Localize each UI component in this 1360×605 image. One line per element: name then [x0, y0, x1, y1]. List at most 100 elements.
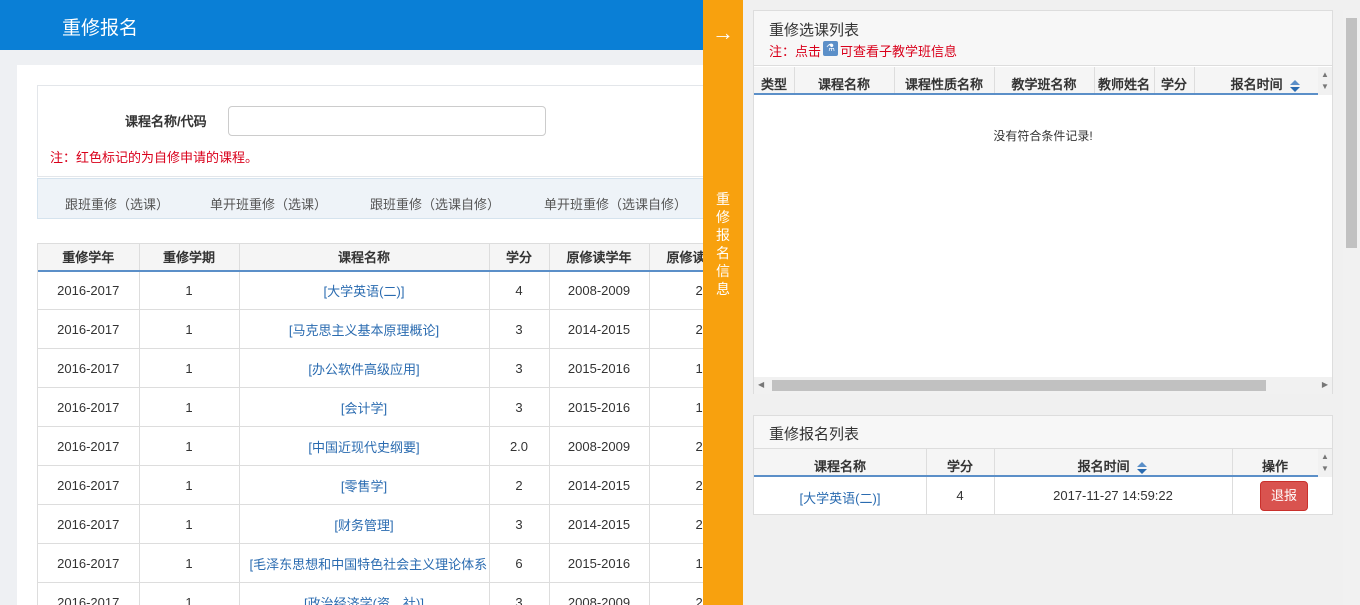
sort-icon[interactable]: [1136, 461, 1148, 475]
col-course-name[interactable]: 课程名称: [754, 456, 926, 475]
arrow-right-icon[interactable]: →: [703, 20, 743, 46]
col-credit[interactable]: 学分: [926, 456, 994, 475]
col-signup-time[interactable]: 报名时间: [994, 456, 1232, 475]
table-row: [大学英语(二)] 4 2017-11-27 14:59:22 退报: [754, 477, 1332, 515]
scroll-left-icon[interactable]: ◀: [758, 381, 764, 389]
cell-year: 2016-2017: [38, 348, 140, 388]
tab-follow-class[interactable]: 跟班重修（选课）: [65, 194, 169, 213]
scrollbar-thumb-horizontal[interactable]: [772, 380, 1266, 391]
col-original-term[interactable]: 原修读: [649, 243, 703, 272]
cell-original-year: 2014-2015: [549, 309, 650, 349]
scroll-down-icon[interactable]: ▼: [1321, 465, 1329, 473]
cell-original-term: 2: [649, 426, 703, 466]
panel-header: 重修选课列表 注：点击 ⚗ 可查看子教学班信息: [754, 11, 1332, 66]
cell-credit: 3: [489, 387, 550, 427]
cell-term: 1: [139, 309, 240, 349]
cell-year: 2016-2017: [38, 309, 140, 349]
col-course-nature[interactable]: 课程性质名称: [894, 74, 994, 93]
flask-icon[interactable]: ⚗: [823, 41, 839, 56]
cell-original-year: 2008-2009: [549, 426, 650, 466]
table-row[interactable]: 2016-2017 1 [会计学] 3 2015-2016 1: [38, 387, 703, 427]
panel-title: 重修报名列表: [769, 426, 860, 443]
cell-term: 1: [139, 465, 240, 505]
col-credit[interactable]: 学分: [1154, 74, 1194, 93]
withdraw-button[interactable]: 退报: [1260, 481, 1308, 511]
col-teacher[interactable]: 教师姓名: [1094, 74, 1154, 93]
drawer-scrollbar[interactable]: [1343, 10, 1360, 605]
cell-credit: 3: [489, 582, 550, 605]
table-row[interactable]: 2016-2017 1 [毛泽东思想和中国特色社会主义理论体系 6 2015-2…: [38, 543, 703, 583]
sort-icon[interactable]: [1289, 79, 1301, 93]
cell-term: 1: [139, 270, 240, 310]
course-link[interactable]: [政治经济学(资、社)]: [239, 582, 490, 605]
col-course-name[interactable]: 课程名称: [794, 74, 894, 93]
table-scrollbar-vertical[interactable]: ▲ ▼: [1318, 449, 1332, 477]
cell-credit: 3: [489, 504, 550, 544]
col-original-year[interactable]: 原修读学年: [549, 243, 650, 272]
tab-separate-class[interactable]: 单开班重修（选课）: [210, 194, 327, 213]
scroll-right-icon[interactable]: ▶: [1322, 381, 1328, 389]
col-credit[interactable]: 学分: [489, 243, 550, 272]
cell-original-term: 2: [649, 582, 703, 605]
cell-original-term: 1: [649, 387, 703, 427]
cell-year: 2016-2017: [38, 426, 140, 466]
col-teaching-class[interactable]: 教学班名称: [994, 74, 1094, 93]
cell-signup-time: 2017-11-27 14:59:22: [1053, 488, 1173, 503]
course-link[interactable]: [大学英语(二)]: [239, 270, 490, 310]
cell-year: 2016-2017: [38, 270, 140, 310]
cell-original-year: 2015-2016: [549, 348, 650, 388]
col-signup-time[interactable]: 报名时间: [1194, 74, 1318, 93]
col-course-name[interactable]: 课程名称: [239, 243, 490, 272]
grid-header-row: 重修学年 重修学期 课程名称 学分 原修读学年 原修读: [38, 243, 703, 272]
empty-message: 没有符合条件记录!: [993, 129, 1093, 143]
cell-credit: 4: [489, 270, 550, 310]
course-link[interactable]: [马克思主义基本原理概论]: [239, 309, 490, 349]
cell-credit: 6: [489, 543, 550, 583]
signup-info-drawer-handle[interactable]: → 重修报名信息: [703, 0, 743, 605]
cell-credit: 3: [489, 348, 550, 388]
cell-term: 1: [139, 348, 240, 388]
table-row[interactable]: 2016-2017 1 [马克思主义基本原理概论] 3 2014-2015 2: [38, 309, 703, 349]
col-type[interactable]: 类型: [754, 74, 794, 93]
cell-original-year: 2008-2009: [549, 270, 650, 310]
cell-credit: 2: [489, 465, 550, 505]
selfstudy-note: 注：红色标记的为自修申请的课程。: [50, 150, 259, 165]
col-retake-term[interactable]: 重修学期: [139, 243, 240, 272]
cell-original-term: 1: [649, 543, 703, 583]
table-row[interactable]: 2016-2017 1 [政治经济学(资、社)] 3 2008-2009 2: [38, 582, 703, 605]
drawer-label: 重修报名信息: [703, 190, 743, 298]
drawer-label-text: 重修报名信息: [716, 191, 730, 297]
cell-original-year: 2015-2016: [549, 543, 650, 583]
scroll-down-icon[interactable]: ▼: [1321, 83, 1329, 91]
tab-separate-class-selfstudy[interactable]: 单开班重修（选课自修）: [544, 194, 687, 213]
cell-year: 2016-2017: [38, 504, 140, 544]
table-scrollbar-horizontal[interactable]: ◀ ▶: [754, 377, 1332, 394]
col-retake-year[interactable]: 重修学年: [38, 243, 140, 272]
table-row[interactable]: 2016-2017 1 [财务管理] 3 2014-2015 2: [38, 504, 703, 544]
tab-follow-class-selfstudy[interactable]: 跟班重修（选课自修）: [370, 194, 500, 213]
course-search-input[interactable]: [228, 106, 546, 136]
col-signup-time-label: 报名时间: [1077, 459, 1130, 474]
table-scrollbar-vertical[interactable]: ▲ ▼: [1318, 67, 1332, 95]
table-row[interactable]: 2016-2017 1 [办公软件高级应用] 3 2015-2016 1: [38, 348, 703, 388]
scroll-up-icon[interactable]: ▲: [1321, 71, 1329, 79]
scroll-up-icon[interactable]: ▲: [1321, 453, 1329, 461]
course-link[interactable]: [财务管理]: [239, 504, 490, 544]
table-row[interactable]: 2016-2017 1 [零售学] 2 2014-2015 2: [38, 465, 703, 505]
course-link[interactable]: [零售学]: [239, 465, 490, 505]
course-link[interactable]: [会计学]: [239, 387, 490, 427]
note-suffix: 可查看子教学班信息: [840, 44, 958, 59]
cell-term: 1: [139, 504, 240, 544]
scrollbar-thumb[interactable]: [1346, 18, 1357, 248]
cell-year: 2016-2017: [38, 387, 140, 427]
course-link[interactable]: [毛泽东思想和中国特色社会主义理论体系: [239, 543, 490, 583]
search-label: 课程名称/代码: [125, 114, 207, 129]
table-row[interactable]: 2016-2017 1 [大学英语(二)] 4 2008-2009 2: [38, 270, 703, 310]
course-link[interactable]: [大学英语(二)]: [754, 488, 926, 507]
cell-original-term: 1: [649, 348, 703, 388]
course-link[interactable]: [办公软件高级应用]: [239, 348, 490, 388]
cell-term: 1: [139, 426, 240, 466]
table-row[interactable]: 2016-2017 1 [中国近现代史纲要] 2.0 2008-2009 2: [38, 426, 703, 466]
course-link[interactable]: [中国近现代史纲要]: [239, 426, 490, 466]
cell-credit: 2.0: [489, 426, 550, 466]
